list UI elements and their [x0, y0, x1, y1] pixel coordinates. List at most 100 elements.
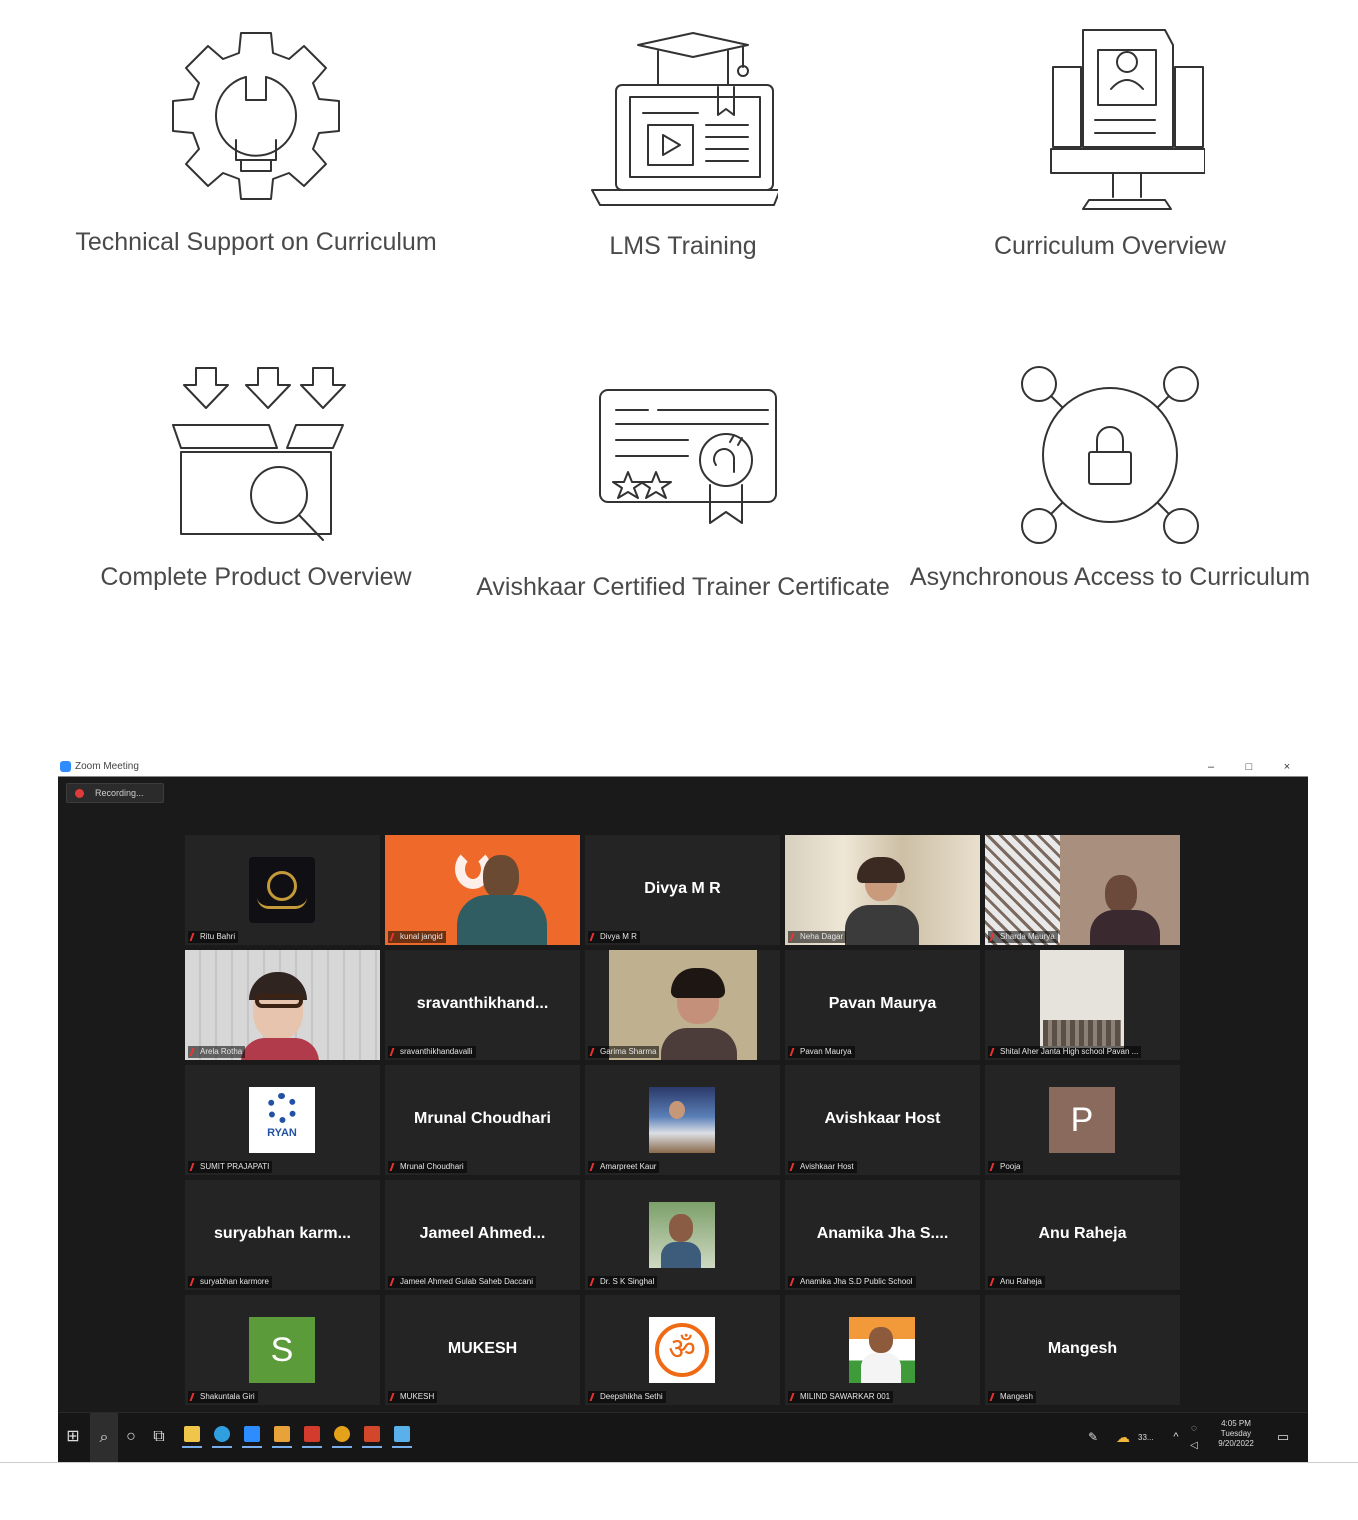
chrome-icon[interactable] — [332, 1426, 352, 1448]
laptop-graduation-cap-icon — [591, 32, 778, 206]
participant-tile[interactable]: kunal jangid — [385, 835, 580, 945]
participant-tile[interactable]: Jameel Ahmed... Jameel Ahmed Gulab Saheb … — [385, 1180, 580, 1290]
feature-certified-trainer: Avishkaar Certified Trainer Certificate — [473, 360, 893, 604]
avatar-letter: S — [249, 1317, 315, 1383]
divider — [0, 1462, 1358, 1463]
participant-name-tag: Pooja — [988, 1161, 1024, 1173]
snipping-tool-icon[interactable] — [392, 1426, 412, 1448]
clock-time: 4:05 PM — [1221, 1419, 1251, 1428]
participant-tile[interactable]: Arela Rotha — [185, 950, 380, 1060]
zoom-app-icon — [60, 761, 71, 772]
acrobat-icon[interactable] — [302, 1426, 322, 1448]
volume-icon[interactable]: ◁ — [1183, 1435, 1205, 1457]
participant-tile[interactable]: Sharda Maurya — [985, 835, 1180, 945]
participant-name-tag: Ritu Bahri — [188, 931, 239, 943]
minimize-button[interactable]: – — [1202, 759, 1220, 775]
windows-taskbar: ⊞ ⌕ ○ ⧉ ✎ ☁ 33... ^ ◌ ◁ 4:05 PM Tuesday … — [58, 1412, 1308, 1463]
participant-name-tag: Jameel Ahmed Gulab Saheb Daccani — [388, 1276, 536, 1288]
close-button[interactable]: × — [1278, 759, 1296, 775]
cortana-icon[interactable]: ○ — [120, 1426, 142, 1448]
recording-indicator[interactable]: Recording... — [66, 783, 164, 803]
participant-tile[interactable]: ॐ Deepshikha Sethi — [585, 1295, 780, 1405]
participant-name-tag: Dr. S K Singhal — [588, 1276, 658, 1288]
participant-name-tag: MUKESH — [388, 1391, 438, 1403]
participant-name-tag: Amarpreet Kaur — [588, 1161, 660, 1173]
search-icon[interactable]: ⌕ — [90, 1413, 118, 1463]
participant-display-name: suryabhan karm... — [214, 1225, 351, 1242]
participant-name-tag: Anamika Jha S.D Public School — [788, 1276, 916, 1288]
participant-tile[interactable]: Mangesh Mangesh — [985, 1295, 1180, 1405]
participant-display-name: Mrunal Choudhari — [414, 1110, 551, 1127]
participant-tile[interactable]: Neha Dagar — [785, 835, 980, 945]
clock-date: 9/20/2022 — [1218, 1439, 1254, 1448]
edge-icon[interactable] — [212, 1426, 232, 1448]
feature-label: Complete Product Overview — [100, 563, 412, 591]
participant-tile[interactable]: S Shakuntala Giri — [185, 1295, 380, 1405]
participant-name-tag: Pavan Maurya — [788, 1046, 855, 1058]
participant-display-name: Anu Raheja — [1038, 1225, 1127, 1242]
participant-tile[interactable]: Pavan Maurya Pavan Maurya — [785, 950, 980, 1060]
participant-name-tag: Mangesh — [988, 1391, 1036, 1403]
participant-tile[interactable]: Garima Sharma — [585, 950, 780, 1060]
participant-display-name: Avishkaar Host — [824, 1110, 941, 1127]
feature-label: LMS Training — [609, 232, 757, 260]
record-icon — [75, 789, 84, 798]
participant-tile[interactable]: suryabhan karm... suryabhan karmore — [185, 1180, 380, 1290]
pen-icon[interactable]: ✎ — [1082, 1426, 1104, 1448]
participant-name-tag: Anu Raheja — [988, 1276, 1045, 1288]
maximize-button[interactable]: □ — [1240, 759, 1258, 775]
participant-tile[interactable]: Divya M R Divya M R — [585, 835, 780, 945]
participant-name-tag: sravanthikhandavalli — [388, 1046, 476, 1058]
participant-tile[interactable]: Shital Aher Janta High school Pavan ... — [985, 950, 1180, 1060]
box-magnifier-icon — [172, 367, 346, 541]
participant-name-tag: Garima Sharma — [588, 1046, 660, 1058]
participant-display-name: MUKESH — [447, 1340, 518, 1357]
participant-name-tag: Shital Aher Janta High school Pavan ... — [988, 1046, 1142, 1058]
participant-tile[interactable]: sravanthikhand... sravanthikhandavalli — [385, 950, 580, 1060]
participant-display-name: Pavan Maurya — [828, 995, 937, 1012]
participant-tile[interactable]: RYAN SUMIT PRAJAPATI — [185, 1065, 380, 1175]
participant-tile[interactable]: MILIND SAWARKAR 001 — [785, 1295, 980, 1405]
participant-tile[interactable]: Ritu Bahri — [185, 835, 380, 945]
task-view-icon[interactable]: ⧉ — [148, 1426, 170, 1448]
participant-tile[interactable]: Anu Raheja Anu Raheja — [985, 1180, 1180, 1290]
weather-icon[interactable]: ☁ — [1112, 1426, 1134, 1448]
window-title: Zoom Meeting — [75, 761, 139, 772]
weather-temperature: 33... — [1138, 1433, 1154, 1442]
feature-label: Technical Support on Curriculum — [75, 228, 437, 256]
participant-display-name: Anamika Jha S.... — [816, 1225, 949, 1242]
avatar-letter: P — [1049, 1087, 1115, 1153]
windows-start-icon[interactable]: ⊞ — [62, 1426, 84, 1448]
feature-label: Asynchronous Access to Curriculum — [909, 563, 1311, 591]
zoom-taskbar-icon[interactable] — [242, 1426, 262, 1448]
participant-tile[interactable]: Mrunal Choudhari Mrunal Choudhari — [385, 1065, 580, 1175]
participant-tile[interactable]: Avishkaar Host Avishkaar Host — [785, 1065, 980, 1175]
powerpoint-icon[interactable] — [362, 1426, 382, 1448]
notification-icon[interactable]: ▭ — [1272, 1426, 1294, 1448]
feature-asynchronous-access: Asynchronous Access to Curriculum — [900, 360, 1320, 594]
participant-display-name: Mangesh — [1047, 1340, 1118, 1357]
participant-name-tag: Arela Rotha — [188, 1046, 246, 1058]
participant-tile[interactable]: Anamika Jha S.... Anamika Jha S.D Public … — [785, 1180, 980, 1290]
participant-tile[interactable]: Dr. S K Singhal — [585, 1180, 780, 1290]
participant-name-tag: SUMIT PRAJAPATI — [188, 1161, 273, 1173]
participant-name-tag: Neha Dagar — [788, 931, 847, 943]
participant-name-tag: Mrunal Choudhari — [388, 1161, 467, 1173]
participant-name-tag: MILIND SAWARKAR 001 — [788, 1391, 894, 1403]
participant-name-tag: Divya M R — [588, 931, 640, 943]
certificate-badge-icon — [599, 389, 777, 524]
participant-tile[interactable]: P Pooja — [985, 1065, 1180, 1175]
feature-label: Avishkaar Certified Trainer Certificate — [476, 573, 890, 601]
office-icon[interactable] — [272, 1426, 292, 1448]
file-explorer-icon[interactable] — [182, 1426, 202, 1448]
participant-tile[interactable]: Amarpreet Kaur — [585, 1065, 780, 1175]
feature-technical-support: Technical Support on Curriculum — [46, 25, 466, 259]
ryan-logo-text: RYAN — [267, 1127, 297, 1139]
participant-name-tag: Sharda Maurya — [988, 931, 1058, 943]
participant-name-tag: suryabhan karmore — [188, 1276, 272, 1288]
participant-display-name: Divya M R — [644, 880, 721, 897]
participant-tile[interactable]: MUKESH MUKESH — [385, 1295, 580, 1405]
feature-label: Curriculum Overview — [994, 232, 1226, 260]
clock[interactable]: 4:05 PM Tuesday 9/20/2022 — [1208, 1419, 1264, 1449]
participant-name-tag: Shakuntala Giri — [188, 1391, 258, 1403]
